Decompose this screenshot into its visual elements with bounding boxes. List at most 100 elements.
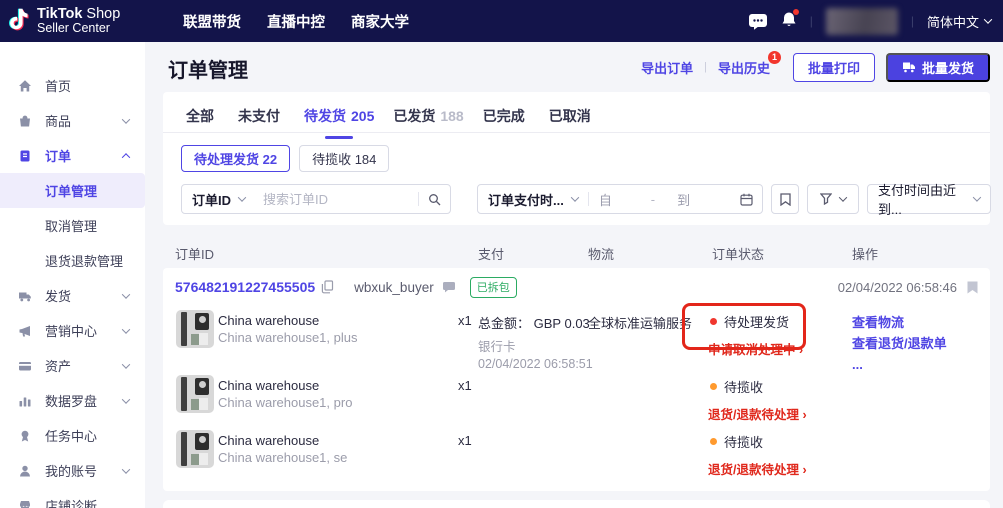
tiktok-note-icon [8, 7, 30, 35]
copy-icon[interactable] [321, 280, 334, 294]
calendar-icon [731, 193, 762, 206]
tab-completed[interactable]: 已完成 [483, 99, 530, 132]
view-return-refund-link[interactable]: 查看退货/退款单 [852, 333, 947, 354]
chevron-down-icon [122, 395, 130, 403]
product-variant: China warehouse1, pro [218, 394, 352, 411]
product-name[interactable]: China warehouse [218, 377, 352, 394]
quantity: x1 [458, 313, 472, 328]
product-name[interactable]: China warehouse [218, 432, 347, 449]
sidebar-item-marketing-center[interactable]: 营销中心 [0, 313, 145, 348]
sidebar-item-orders[interactable]: 订单 [0, 138, 145, 173]
tab-to-ship[interactable]: 待发货205 [304, 99, 374, 132]
filter-row: 订单ID 订单支付时... 自 [181, 184, 973, 214]
sidebar-item-task-center[interactable]: 任务中心 [0, 418, 145, 453]
actions-cell: 查看物流 查看退货/退款单 ... [852, 312, 947, 375]
bookmark-filled-icon[interactable] [967, 281, 978, 294]
sidebar-item-return-refund-management[interactable]: 退货退款管理 [0, 243, 145, 278]
product-thumbnail[interactable] [176, 375, 214, 413]
header-actions: 导出订单 | 导出历史 1 批量打印 批量发货 [641, 42, 990, 92]
order-card: 576482191227455505 wbxuk_buyer 已拆包 02/04… [163, 268, 990, 491]
cancel-request-link[interactable]: 申请取消处理中 › [708, 339, 803, 358]
user-icon [18, 464, 33, 478]
home-icon [18, 79, 33, 93]
chevron-down-icon [122, 465, 130, 473]
saved-filter-button[interactable] [771, 184, 799, 214]
sidebar-item-my-account[interactable]: 我的账号 [0, 453, 145, 488]
view-logistics-link[interactable]: 查看物流 [852, 312, 947, 333]
order-item-row: China warehouse China warehouse1, se x1 … [163, 428, 990, 490]
quantity: x1 [458, 378, 472, 393]
sidebar-item-cancellation-management[interactable]: 取消管理 [0, 208, 145, 243]
order-group-header: 576482191227455505 wbxuk_buyer 已拆包 02/04… [163, 268, 990, 306]
nav-live-console[interactable]: 直播中控 [267, 11, 325, 32]
user-avatar[interactable] [826, 8, 898, 35]
buyer-username[interactable]: wbxuk_buyer [354, 280, 434, 295]
sidebar-item-shop-diagnosis[interactable]: 店铺诊断 [0, 488, 145, 508]
status-dot-red [710, 318, 717, 325]
payment-info: 总金额： GBP 0.03 银行卡 02/04/2022 06:58:51 [478, 313, 593, 371]
return-refund-pending-link[interactable]: 退货/退款待处理 › [708, 404, 807, 423]
batch-print-button[interactable]: 批量打印 [793, 53, 875, 82]
sort-select[interactable]: 支付时间由近到... [867, 184, 991, 214]
tab-cancelled[interactable]: 已取消 [549, 99, 596, 132]
col-actions: 操作 [852, 244, 878, 263]
notification-badge-dot [793, 9, 799, 15]
message-icon[interactable] [748, 13, 768, 30]
chevron-down-icon [571, 193, 579, 201]
chevron-down-icon [238, 193, 246, 201]
advanced-filter-button[interactable] [807, 184, 859, 214]
medal-icon [18, 429, 33, 443]
sidebar-item-shipping[interactable]: 发货 [0, 278, 145, 313]
sidebar-item-order-management[interactable]: 订单管理 [0, 173, 145, 208]
sub-filter-pills: 待处理发货 22 待揽收 184 [181, 145, 389, 172]
sidebar-item-data-compass[interactable]: 数据罗盘 [0, 383, 145, 418]
sidebar-item-products[interactable]: 商品 [0, 103, 145, 138]
export-orders-link[interactable]: 导出订单 [641, 58, 693, 77]
chat-buyer-icon[interactable] [442, 281, 456, 293]
sidebar-item-home[interactable]: 首页 [0, 68, 145, 103]
status-dot-orange [710, 383, 717, 390]
chevron-up-icon [122, 153, 130, 161]
order-id-type-select[interactable]: 订单ID [182, 190, 255, 209]
date-range-group: 订单支付时... 自 - 到 [477, 184, 763, 214]
seller-center-app: TikTok Shop Seller Center 联盟带货 直播中控 商家大学… [0, 0, 1003, 508]
more-actions-link[interactable]: ... [852, 354, 947, 375]
export-history-badge: 1 [768, 51, 781, 64]
product-thumbnail[interactable] [176, 310, 214, 348]
notification-bell-icon[interactable] [781, 11, 797, 31]
tab-all[interactable]: 全部 [186, 99, 219, 132]
tab-unpaid[interactable]: 未支付 [238, 99, 285, 132]
tab-shipped[interactable]: 已发货188 [393, 99, 463, 132]
pill-awaiting-pickup[interactable]: 待揽收 184 [299, 145, 389, 172]
sidebar-item-assets[interactable]: 资产 [0, 348, 145, 383]
status-dot-orange [710, 438, 717, 445]
nav-academy[interactable]: 商家大学 [351, 11, 409, 32]
chevron-down-icon [122, 325, 130, 333]
order-id-link[interactable]: 576482191227455505 [175, 279, 315, 295]
tiktok-shop-logo[interactable]: TikTok Shop Seller Center [8, 7, 120, 35]
split-package-badge: 已拆包 [470, 277, 517, 298]
order-doc-icon [18, 149, 33, 163]
time-type-select[interactable]: 订单支付时... [478, 190, 588, 209]
product-variant: China warehouse1, plus [218, 329, 357, 346]
return-refund-pending-link[interactable]: 退货/退款待处理 › [708, 459, 807, 478]
topbar: TikTok Shop Seller Center 联盟带货 直播中控 商家大学… [0, 0, 1003, 42]
topbar-right: | | 简体中文 [748, 8, 991, 35]
filters-card: 全部 未支付 待发货205 已发货188 已完成 已取消 待处理发货 22 待揽… [163, 92, 990, 225]
status-text: 待揽收 [724, 432, 763, 451]
batch-ship-button[interactable]: 批量发货 [886, 53, 990, 82]
pill-pending-shipment[interactable]: 待处理发货 22 [181, 145, 290, 172]
search-input[interactable] [255, 192, 418, 207]
export-history-link[interactable]: 导出历史 1 [718, 58, 770, 77]
nav-affiliate[interactable]: 联盟带货 [183, 11, 241, 32]
order-item-row: China warehouse China warehouse1, pro x1… [163, 373, 990, 435]
date-range-inputs[interactable]: 自 - 到 [589, 190, 731, 209]
col-order-status: 订单状态 [712, 244, 764, 263]
order-item-row: China warehouse China warehouse1, plus x… [163, 308, 990, 370]
search-icon[interactable] [419, 193, 450, 206]
product-name[interactable]: China warehouse [218, 312, 357, 329]
ship-truck-icon [902, 61, 916, 73]
product-thumbnail[interactable] [176, 430, 214, 468]
language-selector[interactable]: 简体中文 [927, 12, 991, 31]
payment-method: 银行卡 [478, 336, 593, 355]
